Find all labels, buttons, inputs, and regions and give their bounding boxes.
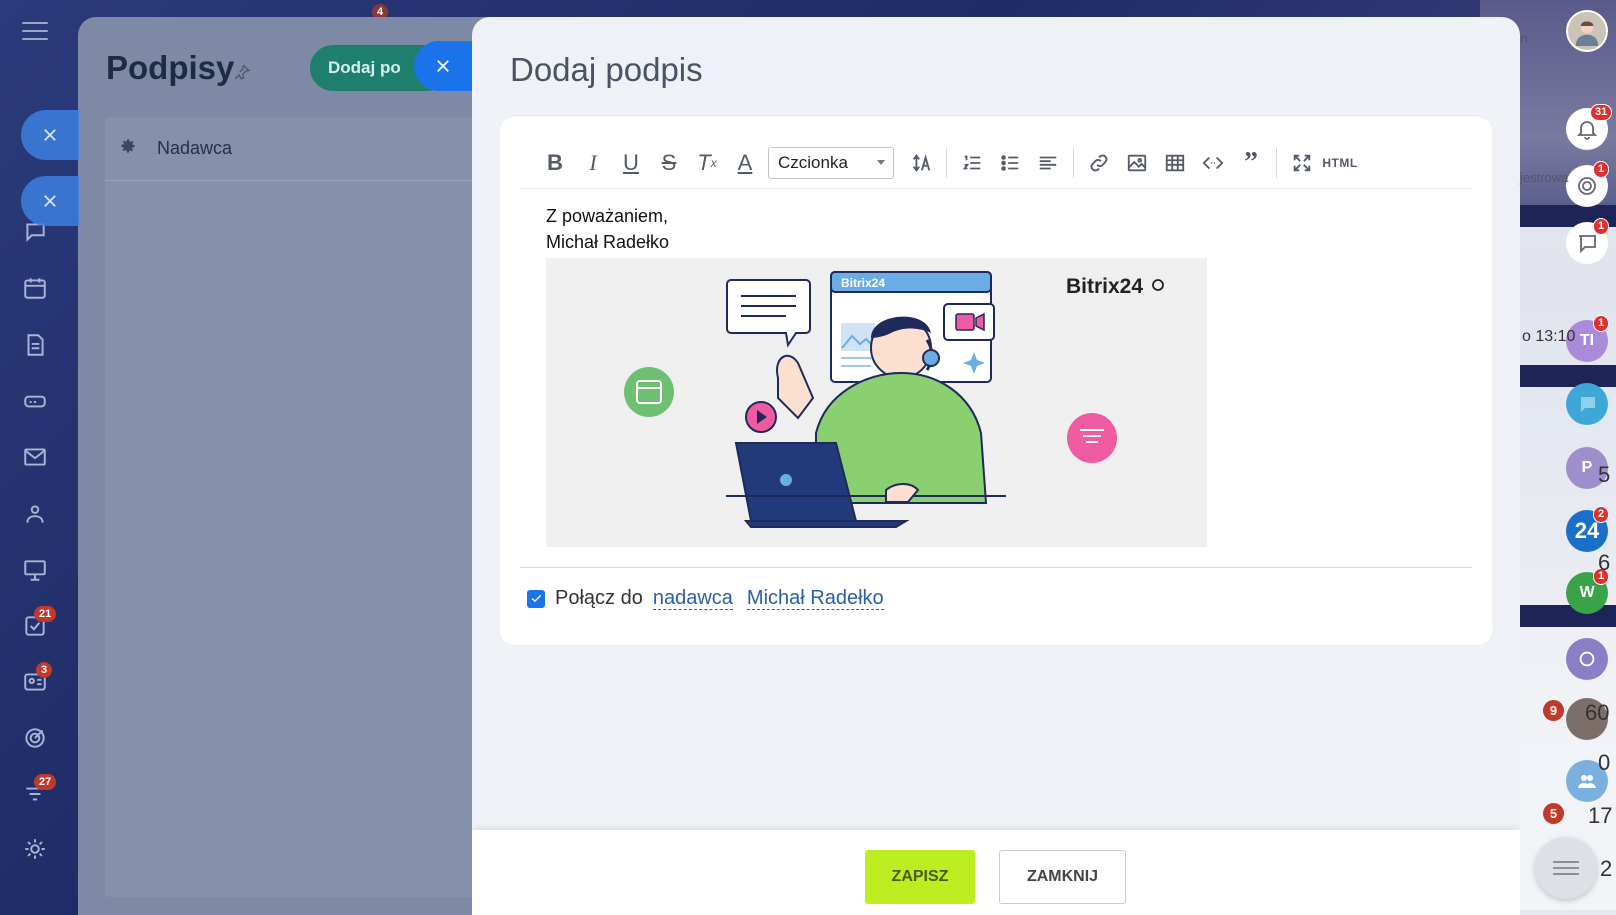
right-sidebar: 31 1 1 TI 1 P 24 2 W 1: [1520, 0, 1616, 915]
fullscreen-icon[interactable]: [1283, 145, 1321, 181]
partial-text: n: [1520, 30, 1528, 46]
signature-content[interactable]: Z poważaniem, Michał Radełko: [546, 203, 669, 255]
unread-badge: 5: [1543, 803, 1564, 824]
page-title: Podpisy: [106, 49, 235, 86]
feed-badge: 27: [34, 774, 57, 790]
close-panel-button[interactable]: [21, 110, 79, 160]
open-chat-button[interactable]: [1535, 837, 1597, 899]
table-icon[interactable]: [1156, 145, 1194, 181]
signature-banner-image: Bitrix24 Bitrix24: [546, 258, 1207, 547]
signature-line: Z poważaniem,: [546, 206, 669, 226]
menu-lines-icon: [1553, 857, 1579, 879]
bitrix24-badge: 2: [1593, 506, 1610, 523]
toolbar-divider: [1073, 147, 1074, 178]
settings-gear-icon[interactable]: [119, 137, 137, 160]
image-icon[interactable]: [1118, 145, 1156, 181]
chat-badge: 1: [1593, 315, 1610, 332]
drive-icon[interactable]: [21, 387, 49, 415]
calendar-icon[interactable]: [21, 274, 49, 302]
sender-column-header[interactable]: Nadawca: [157, 138, 232, 159]
contacts-badge: 3: [36, 662, 53, 678]
partial-time: o 13:10: [1522, 328, 1576, 345]
close-button[interactable]: ZAMKNIJ: [999, 850, 1126, 904]
link-icon[interactable]: [1080, 145, 1118, 181]
chat-bubble-icon[interactable]: [1566, 383, 1608, 425]
slider-footer: ZAPISZ ZAMKNIJ: [472, 830, 1520, 915]
presentation-icon[interactable]: [21, 556, 49, 584]
strikethrough-button[interactable]: S: [650, 145, 688, 181]
bold-button[interactable]: B: [536, 145, 574, 181]
slider-title: Dodaj podpis: [510, 51, 703, 88]
banner-brand-logo: Bitrix24: [1066, 275, 1143, 298]
signatures-table: Nadawca: [105, 117, 505, 897]
pin-icon[interactable]: [233, 63, 251, 81]
support-badge: 1: [1593, 218, 1610, 235]
partial-count: 6: [1598, 550, 1611, 575]
unread-badge: 9: [1543, 700, 1564, 721]
goals-target-icon[interactable]: [21, 724, 49, 752]
user-avatar[interactable]: [1566, 10, 1608, 52]
numbered-list-icon[interactable]: [953, 145, 991, 181]
close-panel-button[interactable]: [21, 176, 79, 226]
toolbar-divider: [1276, 147, 1277, 178]
tasks-badge: 21: [34, 606, 57, 622]
font-color-icon[interactable]: A: [726, 145, 764, 181]
connect-row: Połącz do nadawca Michał Radełko: [527, 587, 884, 610]
partial-count: 0: [1598, 750, 1611, 775]
connect-sender-link[interactable]: nadawca: [652, 587, 733, 610]
editor-divider: [520, 567, 1472, 568]
add-signature-slider: Dodaj podpis B I U S Tx A Czcionka ” HTM…: [472, 17, 1520, 915]
align-left-icon[interactable]: [1029, 145, 1067, 181]
settings-gear-icon[interactable]: [21, 835, 49, 863]
partial-count: 2: [1600, 856, 1613, 881]
banner-illustration: Bitrix24 Bitrix24: [624, 271, 1164, 528]
chevron-down-icon: [877, 160, 885, 165]
partial-count: 5: [1598, 462, 1611, 487]
html-mode-button[interactable]: HTML: [1321, 145, 1359, 181]
chat-refresh-icon[interactable]: [1566, 638, 1608, 680]
underline-button[interactable]: U: [612, 145, 650, 181]
mail-icon[interactable]: [21, 443, 49, 471]
font-select-value: Czcionka: [778, 152, 848, 172]
connect-name-link[interactable]: Michał Radełko: [746, 587, 884, 610]
activity-badge: 1: [1593, 161, 1610, 178]
italic-button[interactable]: I: [574, 145, 612, 181]
toolbar-divider: [946, 147, 947, 178]
partial-text: jestrowa: [1520, 170, 1569, 185]
font-select[interactable]: Czcionka: [768, 146, 894, 179]
close-slider-button[interactable]: [414, 41, 472, 91]
code-icon[interactable]: [1194, 145, 1232, 181]
clear-format-icon[interactable]: Tx: [688, 145, 726, 181]
signatures-panel: Podpisy Dodaj po Nadawca: [78, 17, 505, 915]
font-size-icon[interactable]: [902, 145, 940, 181]
signature-editor: B I U S Tx A Czcionka ” HTML Z poważanie…: [500, 117, 1492, 645]
editor-toolbar: B I U S Tx A Czcionka ” HTML: [520, 137, 1472, 189]
table-header-row: Nadawca: [105, 117, 505, 181]
connect-label: Połącz do: [555, 587, 643, 609]
employees-icon[interactable]: [21, 500, 49, 528]
signature-line: Michał Radełko: [546, 232, 670, 252]
banner-window-label: Bitrix24: [841, 276, 885, 290]
partial-count: 60: [1585, 700, 1610, 725]
connect-checkbox[interactable]: [527, 589, 545, 608]
document-icon[interactable]: [21, 331, 49, 359]
menu-burger-icon[interactable]: [22, 22, 48, 42]
save-button[interactable]: ZAPISZ: [865, 850, 975, 904]
quote-icon[interactable]: ”: [1232, 145, 1270, 181]
notifications-badge: 31: [1590, 104, 1613, 121]
bullet-list-icon[interactable]: [991, 145, 1029, 181]
partial-count: 17: [1588, 803, 1613, 828]
